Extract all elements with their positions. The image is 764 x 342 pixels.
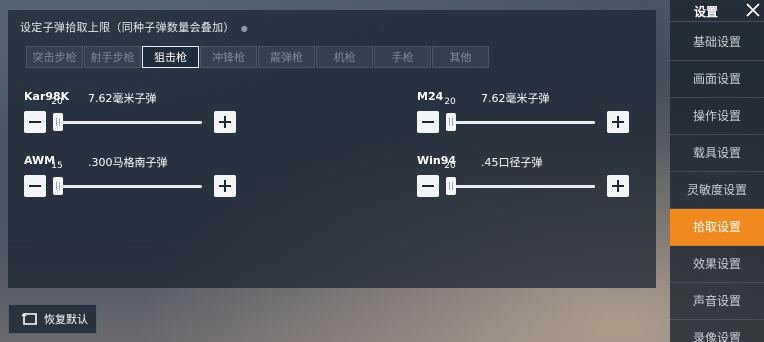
slider-thumb[interactable]: 20 (444, 97, 456, 131)
tab-shotgun[interactable]: 霰弹枪 (258, 46, 315, 68)
restore-icon (21, 313, 37, 325)
increase-button[interactable] (214, 111, 236, 133)
sidebar-item-basic[interactable]: 基础设置 (670, 24, 764, 61)
panel-title-text: 设定子弹拾取上限（同种子弹数量会叠加） (20, 21, 235, 34)
sidebar-item-vehicle[interactable]: 载具设置 (670, 135, 764, 172)
ammo-type: 7.62毫米子弹 (88, 92, 157, 105)
slider-track[interactable]: 15 (51, 161, 202, 195)
slider-track[interactable]: 20 (444, 97, 595, 131)
slider-awm: AWM .300马格南子弹 15 (24, 154, 236, 214)
tab-sniper-rifle[interactable]: 狙击枪 (142, 46, 199, 68)
minus-icon (422, 184, 434, 188)
slider-track[interactable]: 20 (444, 161, 595, 195)
minus-icon (29, 120, 41, 124)
increase-button[interactable] (607, 111, 629, 133)
pickup-settings-panel: 设定子弹拾取上限（同种子弹数量会叠加） ● 突击步枪 射手步枪 狙击枪 冲锋枪 霰… (8, 10, 656, 288)
panel-title: 设定子弹拾取上限（同种子弹数量会叠加） ● (20, 19, 248, 35)
slider-value: 15 (51, 161, 63, 171)
restore-label: 恢复默认 (44, 313, 88, 326)
tab-machine-gun[interactable]: 机枪 (316, 46, 373, 68)
slider-m24: M24 7.62毫米子弹 20 (417, 90, 629, 150)
ammo-type: 7.62毫米子弹 (481, 92, 550, 105)
close-icon[interactable] (745, 2, 761, 18)
slider-value: 20 (444, 97, 456, 107)
sidebar-item-sound[interactable]: 声音设置 (670, 283, 764, 320)
slider-thumb[interactable]: 20 (444, 161, 456, 195)
slider-win94: Win94 .45口径子弹 20 (417, 154, 629, 214)
tab-pistol[interactable]: 手枪 (374, 46, 431, 68)
weapon-category-tabs: 突击步枪 射手步枪 狙击枪 冲锋枪 霰弹枪 机枪 手枪 其他 (26, 46, 489, 68)
settings-sidebar: 设置 基础设置 画面设置 操作设置 载具设置 灵敏度设置 拾取设置 效果设置 声… (670, 0, 764, 342)
slider-value: 20 (444, 161, 456, 171)
sidebar-item-effects[interactable]: 效果设置 (670, 246, 764, 283)
sidebar-item-graphics[interactable]: 画面设置 (670, 61, 764, 98)
sidebar-item-recording[interactable]: 录像设置 (670, 320, 764, 342)
minus-icon (29, 184, 41, 188)
restore-defaults-button[interactable]: 恢复默认 (8, 304, 97, 334)
increase-button[interactable] (214, 175, 236, 197)
decrease-button[interactable] (24, 111, 46, 133)
hint-dot-icon: ● (240, 23, 248, 33)
decrease-button[interactable] (24, 175, 46, 197)
tab-other[interactable]: 其他 (432, 46, 489, 68)
minus-icon (422, 120, 434, 124)
increase-button[interactable] (607, 175, 629, 197)
sidebar-item-sensitivity[interactable]: 灵敏度设置 (670, 172, 764, 209)
slider-track[interactable]: 20 (51, 97, 202, 131)
ammo-type: .300马格南子弹 (88, 156, 168, 169)
sidebar-item-controls[interactable]: 操作设置 (670, 98, 764, 135)
slider-kar98k: Kar98K 7.62毫米子弹 20 (24, 90, 236, 150)
tab-marksman-rifle[interactable]: 射手步枪 (84, 46, 141, 68)
ammo-type: .45口径子弹 (481, 156, 543, 169)
slider-thumb[interactable]: 15 (51, 161, 63, 195)
sidebar-header: 设置 (670, 0, 764, 22)
sidebar-title: 设置 (694, 5, 719, 19)
sidebar-item-pickup[interactable]: 拾取设置 (670, 209, 764, 246)
tab-smg[interactable]: 冲锋枪 (200, 46, 257, 68)
decrease-button[interactable] (417, 175, 439, 197)
slider-value: 20 (51, 97, 63, 107)
decrease-button[interactable] (417, 111, 439, 133)
tab-assault-rifle[interactable]: 突击步枪 (26, 46, 83, 68)
slider-thumb[interactable]: 20 (51, 97, 63, 131)
